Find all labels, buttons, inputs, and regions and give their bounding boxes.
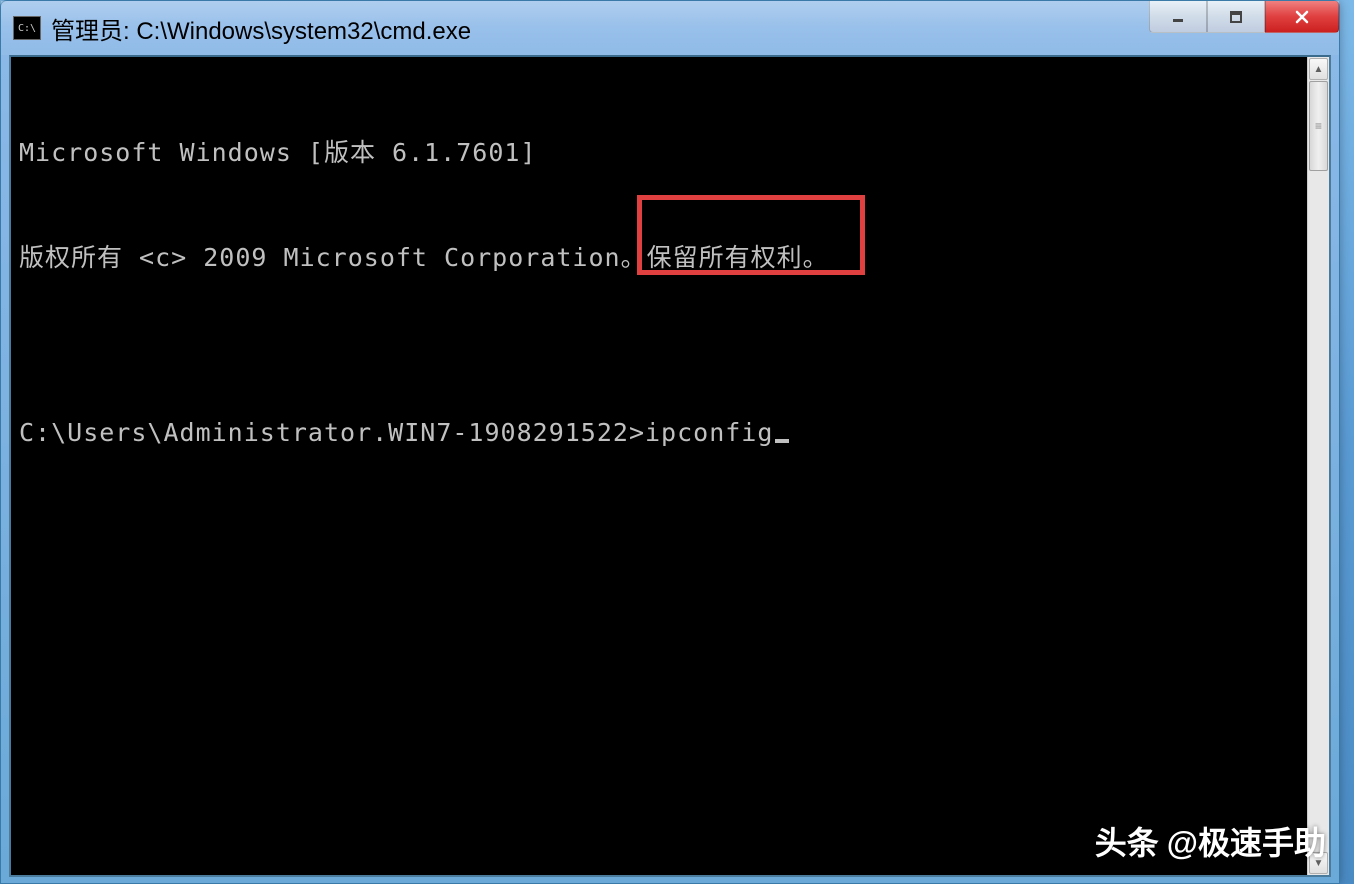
- chevron-up-icon: ▲: [1314, 64, 1324, 75]
- cmd-window: C:\ 管理员: C:\Windows\system32\cmd.exe: [0, 0, 1340, 884]
- minimize-icon: [1170, 9, 1186, 25]
- window-title: 管理员: C:\Windows\system32\cmd.exe: [51, 11, 1333, 46]
- console-area: Microsoft Windows [版本 6.1.7601] 版权所有 <c>…: [9, 55, 1331, 877]
- console-line-copyright: 版权所有 <c> 2009 Microsoft Corporation。保留所有…: [19, 240, 1307, 275]
- close-icon: [1294, 9, 1310, 25]
- console-command: ipconfig: [645, 415, 773, 450]
- vertical-scrollbar[interactable]: ▲ ▼: [1307, 57, 1329, 875]
- minimize-button[interactable]: [1149, 1, 1207, 33]
- console-content[interactable]: Microsoft Windows [版本 6.1.7601] 版权所有 <c>…: [11, 57, 1307, 875]
- console-cursor: [775, 439, 789, 443]
- scroll-up-button[interactable]: ▲: [1309, 58, 1328, 80]
- watermark-author: @极速手助: [1167, 818, 1326, 864]
- maximize-icon: [1228, 9, 1244, 25]
- console-prompt: C:\Users\Administrator.WIN7-1908291522>: [19, 415, 645, 450]
- maximize-button[interactable]: [1207, 1, 1265, 33]
- console-prompt-line: C:\Users\Administrator.WIN7-1908291522>i…: [19, 415, 1307, 450]
- scroll-track[interactable]: [1308, 81, 1329, 851]
- scroll-thumb[interactable]: [1309, 81, 1328, 171]
- titlebar[interactable]: C:\ 管理员: C:\Windows\system32\cmd.exe: [1, 1, 1339, 55]
- cmd-icon: C:\: [13, 16, 41, 40]
- watermark-label: 头条: [1095, 818, 1159, 864]
- watermark: 头条 @极速手助: [1095, 818, 1326, 864]
- close-button[interactable]: [1265, 1, 1339, 33]
- console-line-version: Microsoft Windows [版本 6.1.7601]: [19, 135, 1307, 170]
- window-controls: [1149, 1, 1339, 33]
